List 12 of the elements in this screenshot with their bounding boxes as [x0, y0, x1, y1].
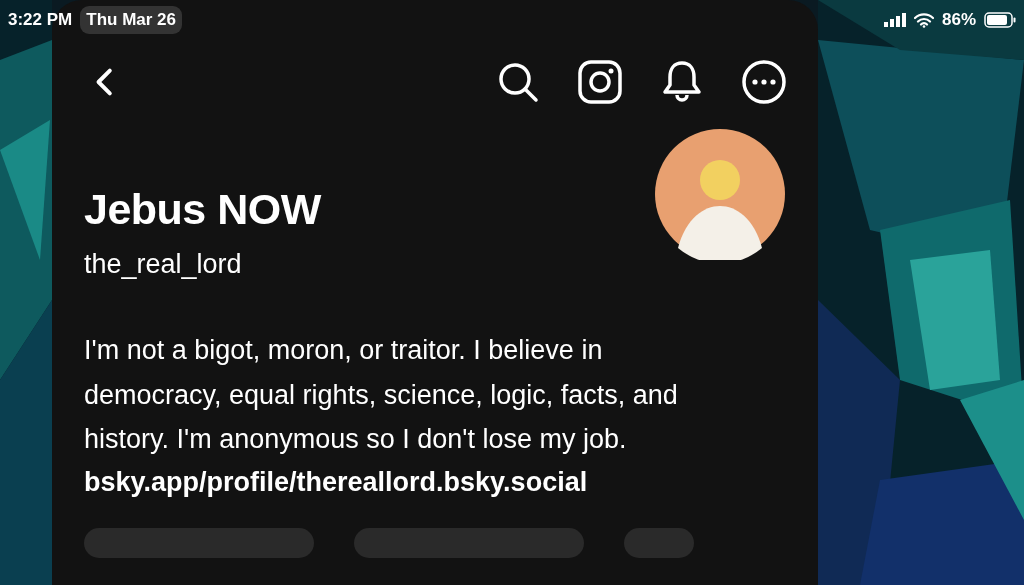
- battery-percent: 86%: [941, 9, 976, 32]
- more-icon[interactable]: [740, 58, 788, 106]
- status-time: 3:22 PM: [8, 9, 73, 32]
- profile-link[interactable]: bsky.app/profile/thereallord.bsky.social: [84, 466, 588, 497]
- status-date: Thu Mar 26: [80, 6, 182, 34]
- battery-icon: [984, 12, 1016, 28]
- signal-icon: [883, 13, 906, 27]
- bio-text: I'm not a bigot, moron, or traitor. I believe in democracy, equal rights, science, logic, facts, and history. I'm anonymous so I don't lose my job.: [84, 334, 679, 457]
- wifi-icon: [913, 12, 934, 28]
- handle: the_real_lord: [84, 247, 243, 281]
- display-name: Jebus NOW: [84, 184, 321, 235]
- camera-icon[interactable]: [576, 58, 624, 106]
